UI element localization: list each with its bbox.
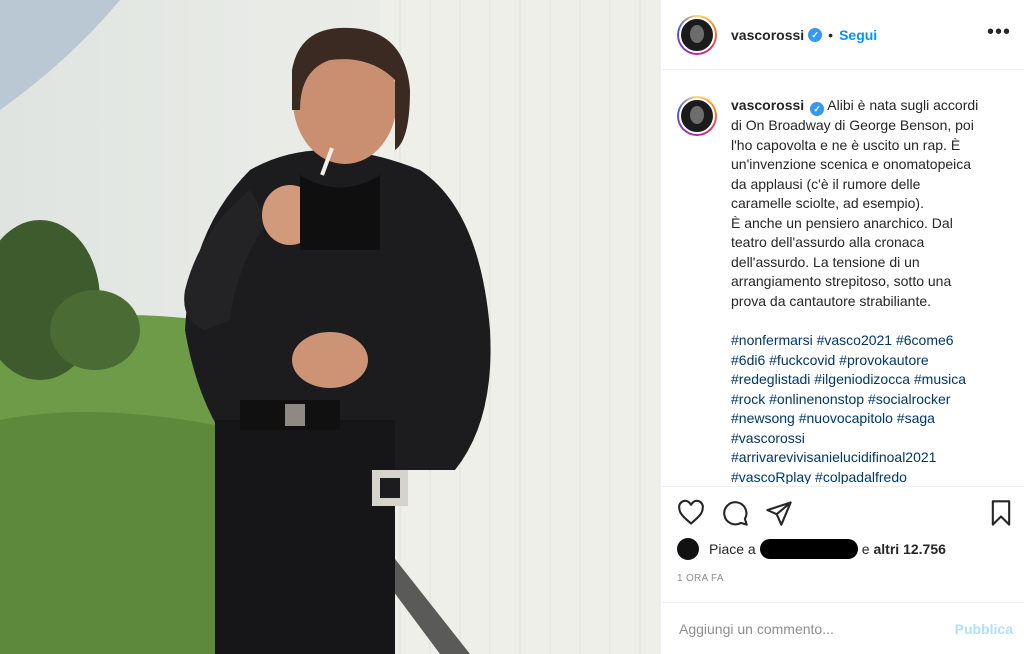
likes-count[interactable]: altri 12.756 [874, 541, 946, 557]
caption-row: vascorossi ✓ Alibi è nata sugli accordi d… [677, 96, 1009, 484]
caption-section: vascorossi ✓ Alibi è nata sugli accordi d… [661, 84, 1024, 484]
publish-button[interactable]: Pubblica [955, 621, 1013, 637]
caption-hashtags[interactable]: #nonfermarsi #vasco2021 #6come6 #6di6 #f… [731, 331, 1005, 484]
comment-icon[interactable] [721, 499, 749, 527]
header-username[interactable]: vascorossi [731, 27, 804, 43]
post-detail-panel: vascorossi ✓ • Segui ••• vascorossi ✓ Ali… [660, 0, 1024, 654]
likes-prefix: Piace a [709, 541, 756, 557]
paper-plane-icon[interactable] [765, 499, 793, 527]
verified-icon: ✓ [810, 102, 825, 116]
caption-avatar[interactable] [677, 96, 717, 136]
likes-suffix: e [861, 541, 870, 557]
post-photo-illustration [0, 0, 660, 654]
post-image[interactable] [0, 0, 660, 654]
more-options-icon[interactable]: ••• [987, 22, 1011, 42]
caption-text: vascorossi ✓ Alibi è nata sugli accordi d… [731, 96, 1005, 484]
verified-icon: ✓ [808, 27, 823, 42]
likes-row: Piace a e altri 12.756 [677, 538, 946, 560]
caption-username[interactable]: vascorossi [731, 97, 804, 113]
redacted-username [759, 539, 858, 559]
header-separator: • [828, 26, 834, 43]
liker-avatar[interactable] [677, 538, 699, 560]
post-timestamp[interactable]: 1 ORA FA [677, 573, 724, 584]
bookmark-icon[interactable] [987, 499, 1015, 527]
heart-icon[interactable] [677, 499, 705, 527]
follow-button[interactable]: Segui [839, 27, 877, 43]
comment-bar: Pubblica [661, 602, 1024, 654]
caption-body: Alibi è nata sugli accordi di On Broadwa… [731, 97, 979, 309]
action-bar [661, 486, 1024, 538]
avatar[interactable] [677, 14, 717, 55]
comment-input[interactable] [679, 620, 955, 637]
post-header: vascorossi ✓ • Segui ••• [661, 0, 1024, 70]
